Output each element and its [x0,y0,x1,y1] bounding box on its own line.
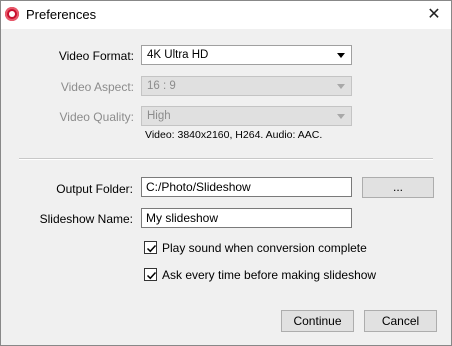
chevron-down-icon [337,114,345,119]
output-folder-label: Output Folder: [56,182,133,196]
title-bar: Preferences ✕ [1,1,451,29]
video-quality-select: High [141,106,352,126]
checkmark-icon [146,271,157,280]
continue-button[interactable]: Continue [281,310,354,332]
video-format-label: Video Format: [58,49,134,63]
chevron-down-icon [337,53,345,58]
slideshow-name-label: Slideshow Name: [39,212,133,226]
close-button[interactable]: ✕ [417,1,451,29]
window-title: Preferences [26,7,97,22]
ask-every-time-checkbox[interactable] [144,268,157,281]
video-aspect-select: 16 : 9 [141,76,352,96]
video-aspect-value: 16 : 9 [147,80,176,92]
cancel-button[interactable]: Cancel [364,310,437,332]
browse-button[interactable]: ... [362,177,434,198]
slideshow-name-input[interactable]: My slideshow [141,208,352,228]
video-quality-label: Video Quality: [59,110,135,124]
section-divider [19,158,433,160]
chevron-down-icon [337,84,345,89]
checkmark-icon [146,244,157,253]
video-format-value: 4K Ultra HD [147,49,209,61]
video-quality-value: High [147,110,171,122]
output-folder-input[interactable]: C:/Photo/Slideshow [141,177,352,197]
play-sound-checkbox[interactable] [144,241,157,254]
video-info-text: Video: 3840x2160, H264. Audio: AAC. [145,129,323,141]
play-sound-label[interactable]: Play sound when conversion complete [162,241,367,255]
app-icon [5,7,19,21]
ask-every-time-label[interactable]: Ask every time before making slideshow [162,268,376,282]
preferences-dialog: Preferences ✕ Video Format: 4K Ultra HD … [0,0,452,346]
video-aspect-label: Video Aspect: [60,80,134,94]
video-format-select[interactable]: 4K Ultra HD [141,45,352,65]
